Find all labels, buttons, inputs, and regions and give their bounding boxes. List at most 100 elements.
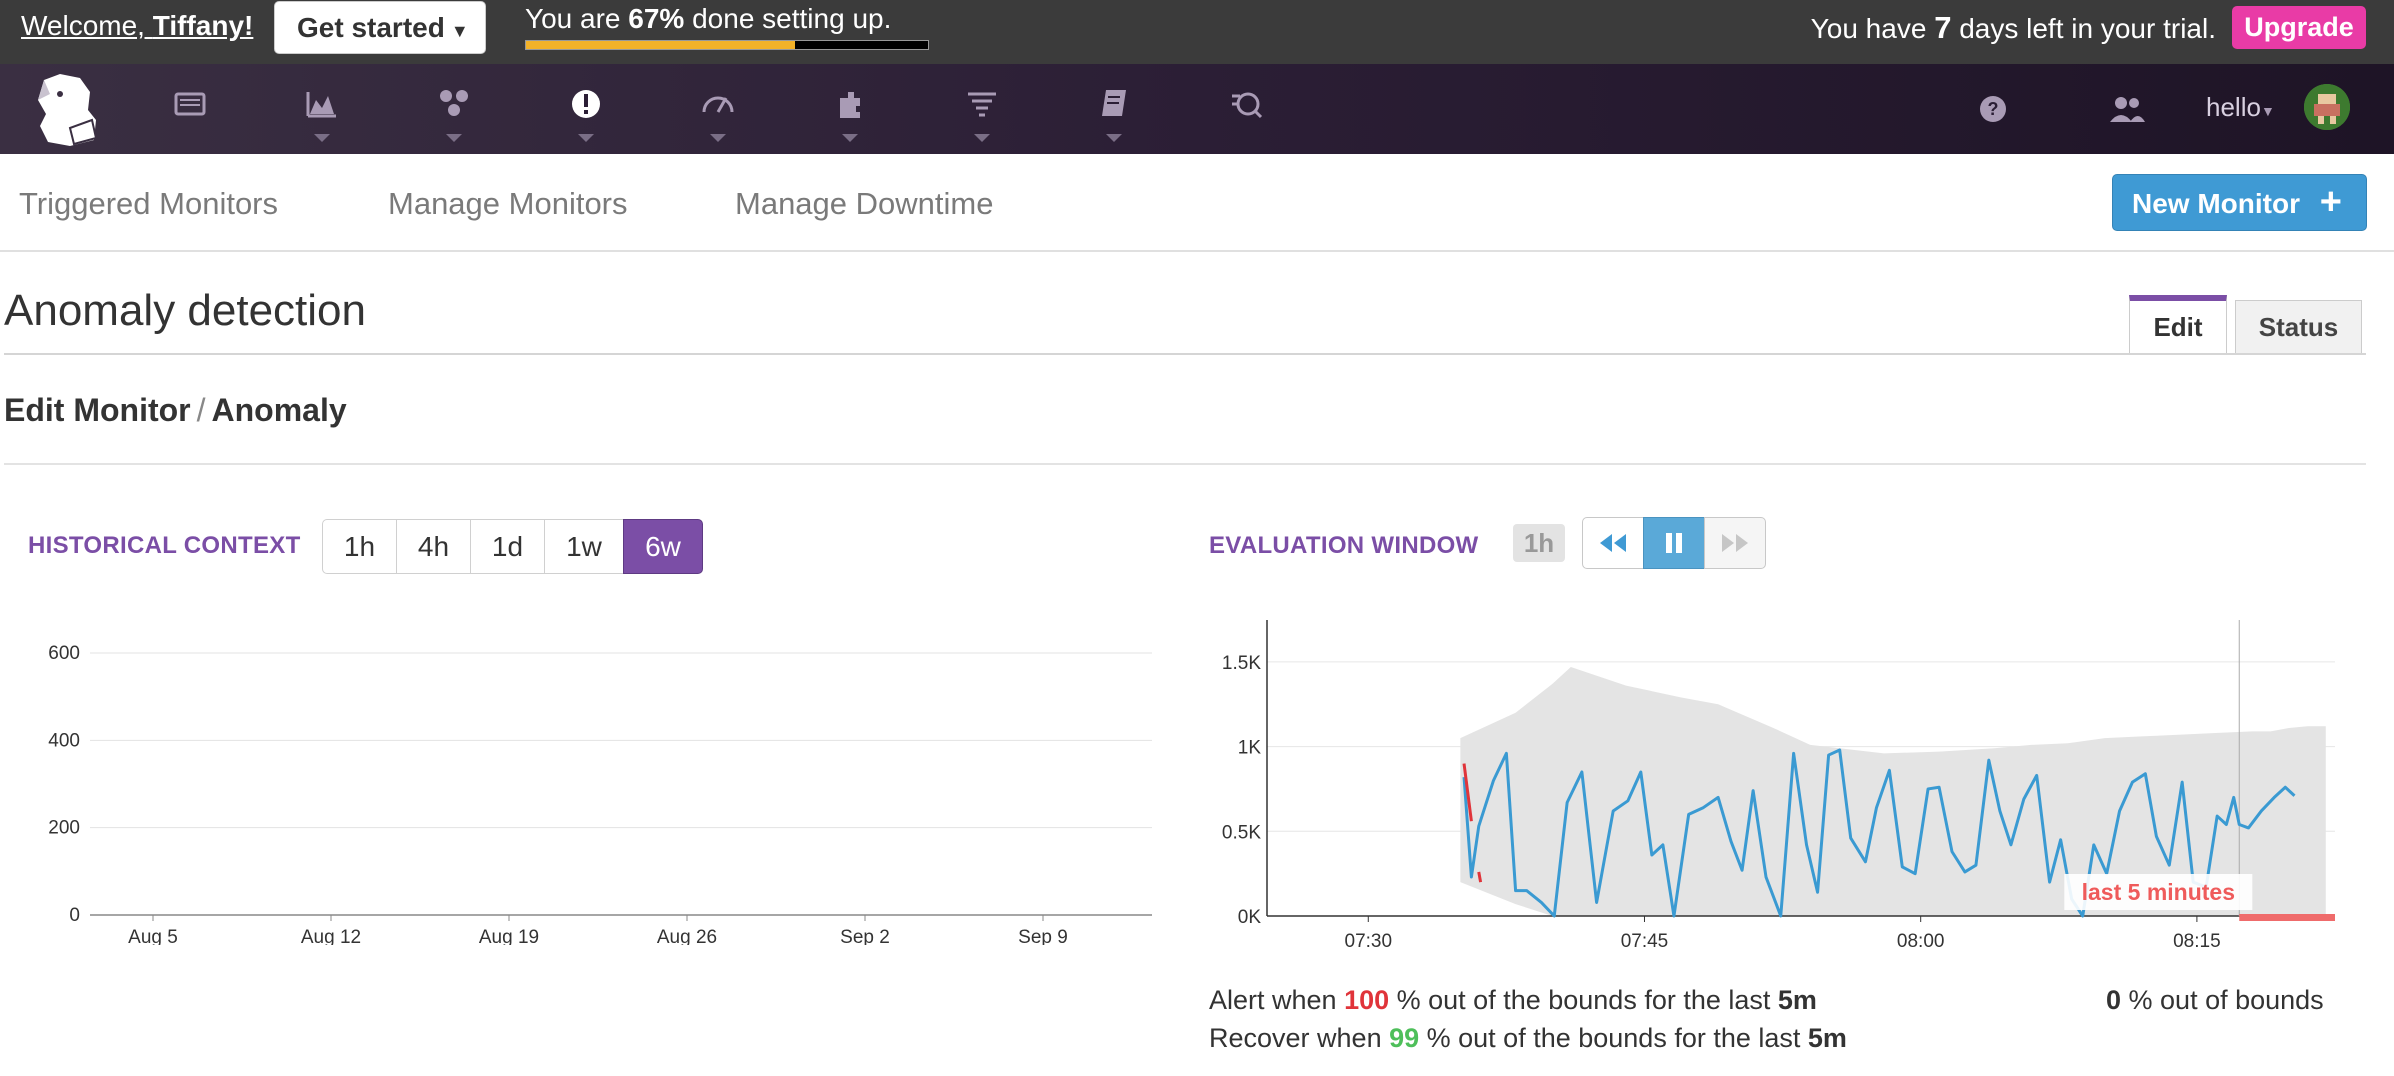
historical-context-label: HISTORICAL CONTEXT [28, 532, 301, 559]
chevron-down-icon: ▼ [450, 21, 469, 41]
infrastructure-icon[interactable] [832, 86, 872, 146]
rewind-button[interactable] [1582, 517, 1644, 569]
pause-icon [1666, 533, 1682, 553]
avatar[interactable] [2304, 84, 2350, 130]
trial-suffix: days left in your trial. [1951, 13, 2216, 44]
upgrade-button[interactable]: Upgrade [2232, 6, 2366, 49]
recover-window[interactable]: 5m [1808, 1023, 1847, 1053]
y-tick-label: 400 [48, 730, 80, 751]
monitor-subnav: Triggered Monitors Manage Monitors Manag… [0, 154, 2394, 252]
x-tick-label: 07:45 [1621, 931, 1669, 950]
historical-context-chart: 0 200 400 600 Aug 5 Aug 12 Aug 19 Aug 26 Sep 2 Se… [48, 643, 1152, 945]
alert-prefix: Alert when [1209, 985, 1345, 1015]
out-of-bounds-segment [1477, 871, 1483, 883]
recover-prefix: Recover when [1209, 1023, 1390, 1053]
out-of-bounds-status: 0 % out of bounds [2106, 985, 2324, 1016]
y-tick-label: 200 [48, 818, 80, 839]
fast-forward-button[interactable] [1704, 517, 1766, 569]
integrations-icon[interactable] [436, 86, 476, 146]
range-6w-button[interactable]: 6w [623, 519, 703, 574]
setup-prefix: You are [525, 3, 629, 34]
y-tick-label: 0.5K [1222, 822, 1261, 843]
user-menu-label: hello [2206, 92, 2261, 122]
welcome-message: Welcome, Tiffany! [21, 10, 253, 42]
pause-button[interactable] [1643, 517, 1705, 569]
chevron-down-icon [578, 134, 594, 142]
chevron-down-icon [974, 134, 990, 142]
help-icon[interactable]: ? [1978, 94, 2008, 129]
setup-progress-fill [526, 41, 796, 49]
x-tick-label: Aug 26 [657, 927, 717, 945]
x-tick-label: 07:30 [1345, 931, 1393, 950]
tab-status[interactable]: Status [2235, 300, 2362, 354]
breadcrumb-current: Anomaly [211, 392, 347, 428]
user-menu[interactable]: hello▼ [2206, 92, 2275, 123]
apm-icon[interactable] [700, 86, 740, 146]
last-5-minutes-label: last 5 minutes [2082, 879, 2235, 905]
metrics-icon[interactable] [304, 86, 344, 146]
oob-value: 0 [2106, 985, 2122, 1015]
svg-text:?: ? [1988, 99, 1999, 119]
x-tick-label: Sep 2 [840, 927, 890, 945]
x-tick-label: 08:00 [1897, 931, 1945, 950]
manage-downtime-link[interactable]: Manage Downtime [735, 186, 993, 222]
welcome-prefix: Welcome, [21, 10, 153, 41]
breadcrumb-separator: / [196, 392, 206, 428]
x-tick-label: 08:15 [2173, 931, 2221, 950]
y-tick-label: 1.5K [1222, 653, 1261, 674]
get-started-label: Get started [297, 12, 445, 43]
alert-middle: % out of the bounds for the last [1389, 985, 1778, 1015]
main-nav: ? hello▼ [0, 64, 2394, 154]
user-name: Tiffany! [152, 10, 254, 41]
range-1w-button[interactable]: 1w [544, 519, 624, 574]
alert-window[interactable]: 5m [1778, 985, 1817, 1015]
tab-edit[interactable]: Edit [2129, 295, 2227, 355]
trial-prefix: You have [1810, 13, 1935, 44]
datadog-logo-icon[interactable] [30, 70, 102, 150]
x-tick-label: Aug 19 [479, 927, 539, 945]
dashboards-icon[interactable] [172, 86, 212, 146]
chevron-down-icon [314, 134, 330, 142]
team-icon[interactable] [2108, 94, 2146, 129]
alert-condition: Alert when 100 % out of the bounds for t… [1209, 985, 1817, 1016]
last-5-minutes-bar [2239, 914, 2335, 921]
breadcrumb: Edit Monitor / Anomaly [4, 392, 347, 429]
recover-middle: % out of the bounds for the last [1419, 1023, 1808, 1053]
y-tick-label: 0K [1238, 907, 1262, 928]
setup-suffix: done setting up. [684, 3, 892, 34]
oob-suffix: % out of bounds [2121, 985, 2324, 1015]
range-1d-button[interactable]: 1d [470, 519, 545, 574]
alert-threshold[interactable]: 100 [1344, 985, 1389, 1015]
monitors-icon[interactable] [568, 86, 608, 146]
plus-icon: + [2319, 181, 2342, 223]
range-4h-button[interactable]: 4h [396, 519, 471, 574]
setup-percent: 67% [628, 3, 685, 34]
onboarding-bar: Welcome, Tiffany! Get started ▼ You are 6… [0, 0, 2394, 64]
chevron-down-icon [446, 134, 462, 142]
new-monitor-button[interactable]: New Monitor + [2112, 174, 2367, 231]
fast-forward-icon [1722, 534, 1748, 552]
get-started-dropdown[interactable]: Get started ▼ [274, 1, 486, 54]
watchdog-icon[interactable] [1228, 86, 1268, 146]
rewind-icon [1600, 534, 1626, 552]
recover-threshold[interactable]: 99 [1389, 1023, 1419, 1053]
trial-status: You have 7 days left in your trial. [1811, 10, 2216, 46]
breadcrumb-parent[interactable]: Edit Monitor [4, 392, 191, 428]
playback-controls [1582, 517, 1767, 569]
y-tick-label: 1K [1238, 738, 1262, 759]
logs-icon[interactable] [964, 86, 1004, 146]
recover-condition: Recover when 99 % out of the bounds for … [1209, 1023, 1847, 1054]
triggered-monitors-link[interactable]: Triggered Monitors [19, 186, 278, 222]
page-title: Anomaly detection [4, 286, 366, 335]
chevron-down-icon: ▼ [2260, 103, 2275, 119]
chevron-down-icon [1106, 134, 1122, 142]
title-divider [4, 353, 2366, 355]
breadcrumb-divider [4, 463, 2366, 465]
x-tick-label: Sep 9 [1018, 927, 1068, 945]
y-tick-label: 600 [48, 643, 80, 664]
range-1h-button[interactable]: 1h [322, 519, 397, 574]
notebooks-icon[interactable] [1096, 86, 1136, 146]
evaluation-window-chart: 0K 0.5K 1K 1.5K 07:30 07:45 08:00 08:15 last 5 m… [1222, 620, 2335, 950]
manage-monitors-link[interactable]: Manage Monitors [388, 186, 628, 222]
evaluation-window-label: EVALUATION WINDOW [1209, 532, 1479, 559]
